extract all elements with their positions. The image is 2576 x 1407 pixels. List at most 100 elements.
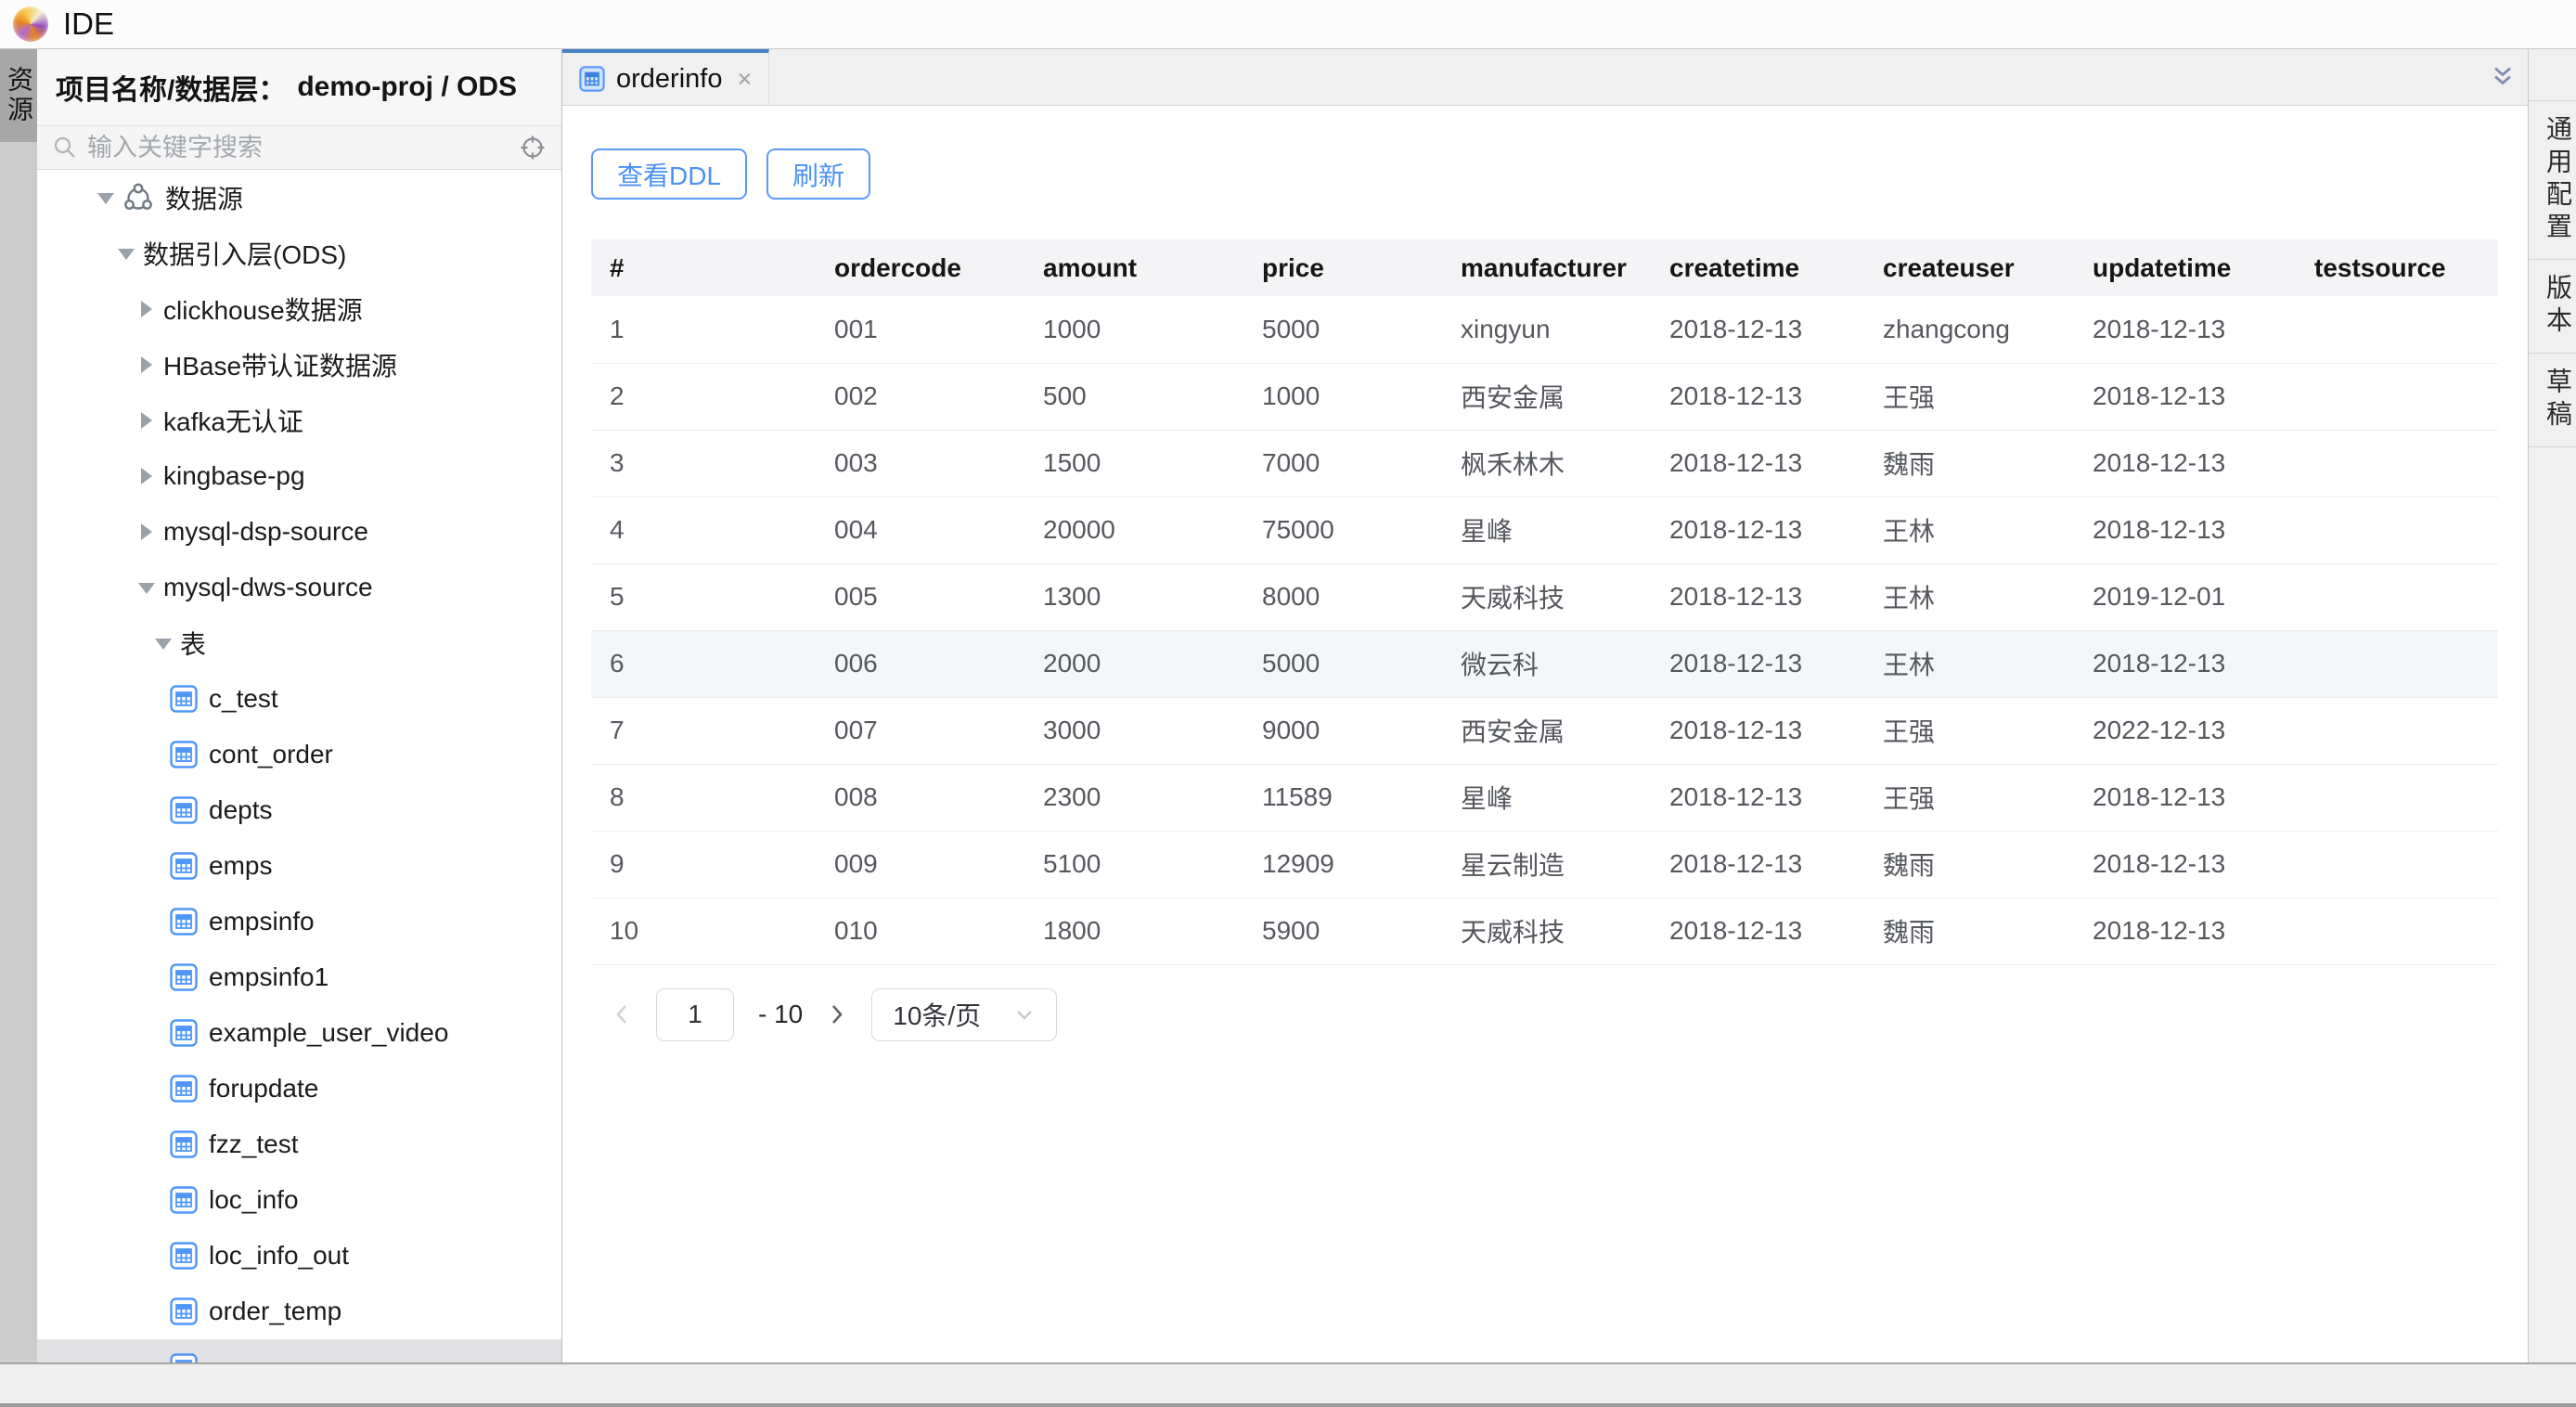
project-header: 项目名称/数据层： demo-proj / ODS <box>37 49 561 126</box>
rail-tab-draft[interactable]: 草稿 <box>2529 354 2576 447</box>
table-cell: 75000 <box>1243 497 1442 563</box>
search-input[interactable] <box>87 134 509 162</box>
table-cell: 008 <box>816 764 1024 831</box>
table-header-row: #ordercodeamountpricemanufacturercreatet… <box>591 239 2498 296</box>
table-cell: 001 <box>816 296 1024 363</box>
tree-item-label: 数据引入层(ODS) <box>143 235 346 272</box>
tree-item-clickhouse数据源[interactable]: clickhouse数据源 <box>37 281 561 337</box>
table-cell: 2018-12-13 <box>2074 497 2296 563</box>
tree-item-partial[interactable] <box>37 1339 561 1362</box>
main-panel: orderinfo × 查看DDL 刷新 #ordercodeamountpri… <box>562 49 2528 1362</box>
page-size-value: 10条/页 <box>893 996 981 1033</box>
tree-item-label: c_test <box>209 684 278 714</box>
table-icon <box>170 963 198 991</box>
caret-right-icon[interactable] <box>137 301 154 317</box>
tab-orderinfo[interactable]: orderinfo × <box>562 49 769 105</box>
table-icon <box>170 1353 198 1362</box>
tree-item-cont_order[interactable]: cont_order <box>37 727 561 782</box>
tree-item-label: example_user_video <box>209 1018 448 1048</box>
tree-item-depts[interactable]: depts <box>37 782 561 838</box>
table-cell: 8000 <box>1243 563 1442 630</box>
column-header-ordercode: ordercode <box>816 239 1024 296</box>
tree-item-empsinfo1[interactable]: empsinfo1 <box>37 949 561 1005</box>
tree-item-label: clickhouse数据源 <box>163 290 363 328</box>
caret-right-icon[interactable] <box>137 523 154 540</box>
window-bottom-edge <box>0 1403 2576 1407</box>
caret-down-icon[interactable] <box>154 635 171 652</box>
table-cell: 王林 <box>1864 497 2074 563</box>
refresh-button[interactable]: 刷新 <box>766 148 870 200</box>
table-cell <box>2296 296 2498 363</box>
next-page-chevron-icon[interactable] <box>827 1002 847 1026</box>
caret-right-icon[interactable] <box>137 356 154 373</box>
tree-item-label: cont_order <box>209 740 333 769</box>
caret-down-icon[interactable] <box>117 245 134 262</box>
table-cell: 7 <box>591 697 816 764</box>
table-cell: 12909 <box>1243 831 1442 897</box>
tree-item-kafka无认证[interactable]: kafka无认证 <box>37 393 561 448</box>
table-row-3: 300315007000枫禾林木2018-12-13魏雨2018-12-13 <box>591 430 2498 497</box>
close-icon[interactable]: × <box>737 67 752 92</box>
search-bar <box>37 126 561 170</box>
table-cell: 002 <box>816 363 1024 430</box>
caret-right-icon[interactable] <box>137 468 154 484</box>
column-header-manufacturer: manufacturer <box>1442 239 1651 296</box>
tree-item-label: mysql-dws-source <box>163 573 373 602</box>
table-cell: 枫禾林木 <box>1442 430 1651 497</box>
caret-right-icon[interactable] <box>137 412 154 429</box>
table-cell: 2018-12-13 <box>1651 897 1864 964</box>
page-input[interactable]: 1 <box>656 988 734 1041</box>
tree-item-HBase带认证数据源[interactable]: HBase带认证数据源 <box>37 337 561 393</box>
right-rail: 通用配置版本草稿 <box>2528 49 2576 1362</box>
tree-item-表[interactable]: 表 <box>37 615 561 671</box>
table-icon <box>170 852 198 880</box>
tree-item-数据引入层(ODS)[interactable]: 数据引入层(ODS) <box>37 226 561 281</box>
tree-item-order_temp[interactable]: order_temp <box>37 1284 561 1339</box>
rail-tab-resources[interactable]: 资源 <box>0 49 37 142</box>
tree-item-kingbase-pg[interactable]: kingbase-pg <box>37 448 561 504</box>
tree-item-fzz_test[interactable]: fzz_test <box>37 1117 561 1172</box>
tree-item-mysql-dsp-source[interactable]: mysql-dsp-source <box>37 504 561 560</box>
view-ddl-button[interactable]: 查看DDL <box>591 148 747 200</box>
table-cell: 5000 <box>1243 630 1442 697</box>
table-cell: 西安金属 <box>1442 363 1651 430</box>
prev-page-chevron-icon[interactable] <box>612 1002 632 1026</box>
table-cell: 2018-12-13 <box>2074 363 2296 430</box>
tree-item-数据源[interactable]: 数据源 <box>37 170 561 226</box>
table-cell: 007 <box>816 697 1024 764</box>
page-size-select[interactable]: 10条/页 <box>871 988 1057 1041</box>
search-icon <box>52 135 78 161</box>
tree-item-emps[interactable]: emps <box>37 838 561 894</box>
table-cell: 004 <box>816 497 1024 563</box>
table-cell: 王林 <box>1864 630 2074 697</box>
table-cell: 2018-12-13 <box>1651 831 1864 897</box>
rail-tab-version[interactable]: 版本 <box>2529 260 2576 354</box>
tree-item-forupdate[interactable]: forupdate <box>37 1061 561 1117</box>
tree-item-loc_info[interactable]: loc_info <box>37 1172 561 1228</box>
tree-item-label: loc_info <box>209 1185 299 1215</box>
table-cell: 王林 <box>1864 563 2074 630</box>
aim-locate-icon[interactable] <box>519 134 547 161</box>
sidebar: 项目名称/数据层： demo-proj / ODS 数据源数据引入层(ODS) c… <box>37 49 562 1362</box>
left-rail: 资源 <box>0 49 37 1362</box>
table-cell: 2000 <box>1024 630 1243 697</box>
table-cell <box>2296 630 2498 697</box>
table-row-5: 500513008000天威科技2018-12-13王林2019-12-01 <box>591 563 2498 630</box>
tree-item-example_user_video[interactable]: example_user_video <box>37 1005 561 1061</box>
caret-down-icon[interactable] <box>137 579 154 596</box>
tree-item-label: order_temp <box>209 1297 341 1326</box>
table-cell: 003 <box>816 430 1024 497</box>
table-cell: 星峰 <box>1442 497 1651 563</box>
tree-item-empsinfo[interactable]: empsinfo <box>37 894 561 949</box>
table-cell: 2018-12-13 <box>1651 630 1864 697</box>
caret-down-icon[interactable] <box>97 189 113 206</box>
rail-tab-general-config[interactable]: 通用配置 <box>2529 101 2576 260</box>
tree-item-c_test[interactable]: c_test <box>37 671 561 727</box>
table-cell: 微云科 <box>1442 630 1651 697</box>
tree-item-mysql-dws-source[interactable]: mysql-dws-source <box>37 560 561 615</box>
table-row-9: 9009510012909星云制造2018-12-13魏雨2018-12-13 <box>591 831 2498 897</box>
collapse-double-chevron-icon[interactable] <box>2489 63 2517 91</box>
table-cell: 星云制造 <box>1442 831 1651 897</box>
pagination: 1 - 10 10条/页 <box>612 988 2509 1041</box>
tree-item-loc_info_out[interactable]: loc_info_out <box>37 1228 561 1284</box>
